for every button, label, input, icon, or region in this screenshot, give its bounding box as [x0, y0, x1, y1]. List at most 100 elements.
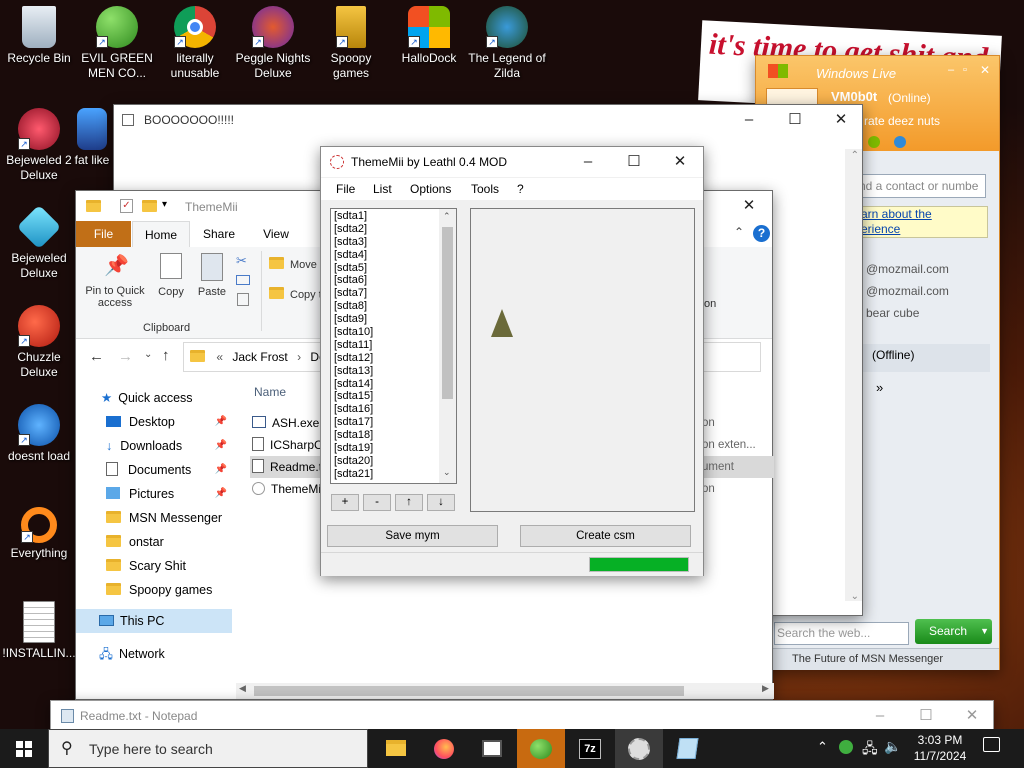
minimize-button[interactable]: – [857, 701, 903, 731]
nav-item-msn-messenger[interactable]: MSN Messenger [106, 506, 222, 530]
learn-about-banner[interactable]: arn about the erience [856, 206, 988, 238]
show-hidden-icons-icon[interactable]: ⌃ [817, 739, 828, 755]
messenger-personal-message[interactable]: rate deez nuts [864, 114, 940, 128]
messenger-maximize-button[interactable]: ▫ [963, 64, 967, 76]
list-item[interactable]: [sdta8] [331, 300, 456, 313]
copy-path-icon[interactable] [236, 275, 250, 285]
taskbar-firefox[interactable] [420, 729, 468, 768]
nav-item-onstar[interactable]: onstar [106, 530, 164, 554]
back-arrow-icon[interactable]: ← [89, 348, 104, 365]
scroll-up-icon[interactable]: ⌃ [851, 150, 859, 161]
list-item[interactable]: [sdta13] [331, 365, 456, 378]
maximize-button[interactable]: ☐ [772, 105, 818, 135]
properties-icon[interactable]: ✓ [120, 199, 133, 213]
nav-network[interactable]: 🖧 Network [99, 642, 165, 666]
messenger-minimize-button[interactable]: – [948, 64, 954, 76]
list-item[interactable]: [sdta9] [331, 313, 456, 326]
nav-item-scary-shit[interactable]: Scary Shit [106, 554, 186, 578]
remove-button[interactable]: - [363, 494, 391, 511]
messenger-toolbar-icon[interactable] [894, 136, 906, 148]
desktop-icon-evil-green-men[interactable]: ↗ EVIL GREEN MEN CO... [78, 6, 156, 81]
menu-file[interactable]: File [336, 182, 355, 196]
paste-button[interactable]: Paste [194, 253, 230, 298]
list-item[interactable]: [sdta18] [331, 429, 456, 442]
dropdown-arrow-icon[interactable]: ▼ [980, 619, 989, 644]
copy-button[interactable]: Copy [154, 253, 188, 298]
desktop-icon-fat-like[interactable]: fat like [66, 108, 118, 168]
thememii-window[interactable]: ThemeMii by Leathl 0.4 MOD – ☐ ✕ File Li… [320, 146, 704, 576]
taskbar-thememii[interactable] [615, 729, 663, 768]
messenger-toolbar-icon[interactable] [868, 136, 880, 148]
start-button[interactable] [0, 729, 48, 768]
list-item[interactable]: [sdta21] [331, 468, 456, 481]
listbox-scrollbar[interactable]: ⌃ ⌄ [439, 209, 456, 483]
desktop-icon-everything[interactable]: ↗ Everything [0, 503, 78, 561]
help-icon[interactable]: ? [753, 225, 770, 242]
list-item[interactable]: [sdta20] [331, 455, 456, 468]
maximize-button[interactable]: ☐ [611, 147, 657, 177]
close-button[interactable]: ✕ [949, 701, 995, 731]
move-up-button[interactable]: ↑ [395, 494, 423, 511]
desktop-icon-doesnt-load[interactable]: ↗ doesnt load [0, 404, 78, 464]
scroll-down-icon[interactable]: ⌄ [851, 591, 859, 602]
recent-chevron-icon[interactable]: ⌄ [144, 349, 152, 360]
taskbar-notepad[interactable] [664, 729, 712, 768]
desktop-icon-chuzzle[interactable]: ↗ Chuzzle Deluxe [0, 305, 78, 380]
desktop-icon-spoopy-games[interactable]: ↗ Spoopy games [312, 6, 390, 81]
up-arrow-icon[interactable]: ↑ [162, 347, 170, 364]
list-item[interactable]: [sdta5] [331, 262, 456, 275]
maximize-button[interactable]: ☐ [903, 701, 949, 731]
breadcrumb-item[interactable]: Jack Frost [232, 350, 287, 364]
sdta-listbox[interactable]: [sdta1] [sdta2] [sdta3] [sdta4] [sdta5] [sdta… [330, 208, 457, 484]
contact-item[interactable]: bear cube [866, 306, 919, 320]
desktop-icon-installing[interactable]: !INSTALLIN... [0, 601, 78, 661]
desktop-icon-hallodock[interactable]: ↗ HalloDock [390, 6, 468, 66]
volume-icon[interactable]: 🔈 [884, 738, 901, 755]
minimize-button[interactable]: – [565, 147, 611, 177]
save-mym-button[interactable]: Save mym [327, 525, 498, 547]
scroll-right-icon[interactable]: ▶ [762, 683, 769, 694]
list-item[interactable]: [sdta7] [331, 287, 456, 300]
contact-item[interactable]: @mozmail.com [866, 284, 949, 298]
horizontal-scrollbar[interactable] [236, 683, 774, 699]
search-contacts-input[interactable]: nd a contact or numbe [856, 174, 986, 198]
taskbar-search-box[interactable]: ⚲ Type here to search [48, 729, 368, 768]
scroll-left-icon[interactable]: ◀ [239, 683, 246, 694]
list-item[interactable]: [sdta11] [331, 339, 456, 352]
tab-home[interactable]: Home [132, 221, 190, 248]
list-item[interactable]: [sdta1] [331, 210, 456, 223]
learn-about-link[interactable]: arn about the [861, 207, 987, 222]
menu-list[interactable]: List [373, 182, 392, 196]
messenger-close-button[interactable]: ✕ [980, 63, 990, 77]
new-folder-icon[interactable] [142, 200, 157, 212]
network-icon[interactable]: 🖧 [862, 738, 878, 762]
desktop-icon-recycle-bin[interactable]: Recycle Bin [0, 6, 78, 66]
menu-tools[interactable]: Tools [471, 182, 499, 196]
forward-arrow-icon[interactable]: → [118, 348, 133, 365]
tab-file[interactable]: File [76, 221, 131, 247]
desktop-icon-literally-unusable[interactable]: ↗ literally unusable [156, 6, 234, 81]
taskbar-msn-messenger[interactable] [517, 729, 565, 768]
pin-icon[interactable]: 📌 [215, 458, 227, 482]
offline-group-header[interactable]: (Offline) [856, 344, 990, 372]
desktop-icon-legend-of-zilda[interactable]: ↗ The Legend of Zilda [468, 6, 546, 81]
cut-icon[interactable]: ✂ [236, 253, 247, 269]
taskbar-news[interactable] [468, 729, 516, 768]
messenger-status[interactable]: (Online) [888, 91, 931, 105]
list-item[interactable]: [sdta19] [331, 442, 456, 455]
nav-quick-access[interactable]: ★ Quick access [101, 386, 193, 410]
move-to-button[interactable]: Move t [269, 257, 323, 271]
close-button[interactable]: ✕ [726, 191, 772, 221]
create-csm-button[interactable]: Create csm [520, 525, 691, 547]
minimize-button[interactable]: – [726, 105, 772, 135]
ribbon-collapse-icon[interactable]: ⌃ [734, 225, 744, 239]
list-item[interactable]: [sdta10] [331, 326, 456, 339]
list-item[interactable]: [sdta14] [331, 378, 456, 391]
pin-icon[interactable]: 📌 [215, 482, 227, 506]
web-search-button[interactable]: Search ▼ [915, 619, 992, 644]
scrollbar-thumb[interactable] [442, 227, 453, 399]
clock[interactable]: 3:03 PM 11/7/2024 [905, 732, 975, 764]
chevron-down-icon[interactable]: ▾ [162, 199, 167, 210]
scrollbar-thumb[interactable] [254, 686, 684, 696]
web-search-input[interactable]: Search the web... [774, 622, 909, 645]
